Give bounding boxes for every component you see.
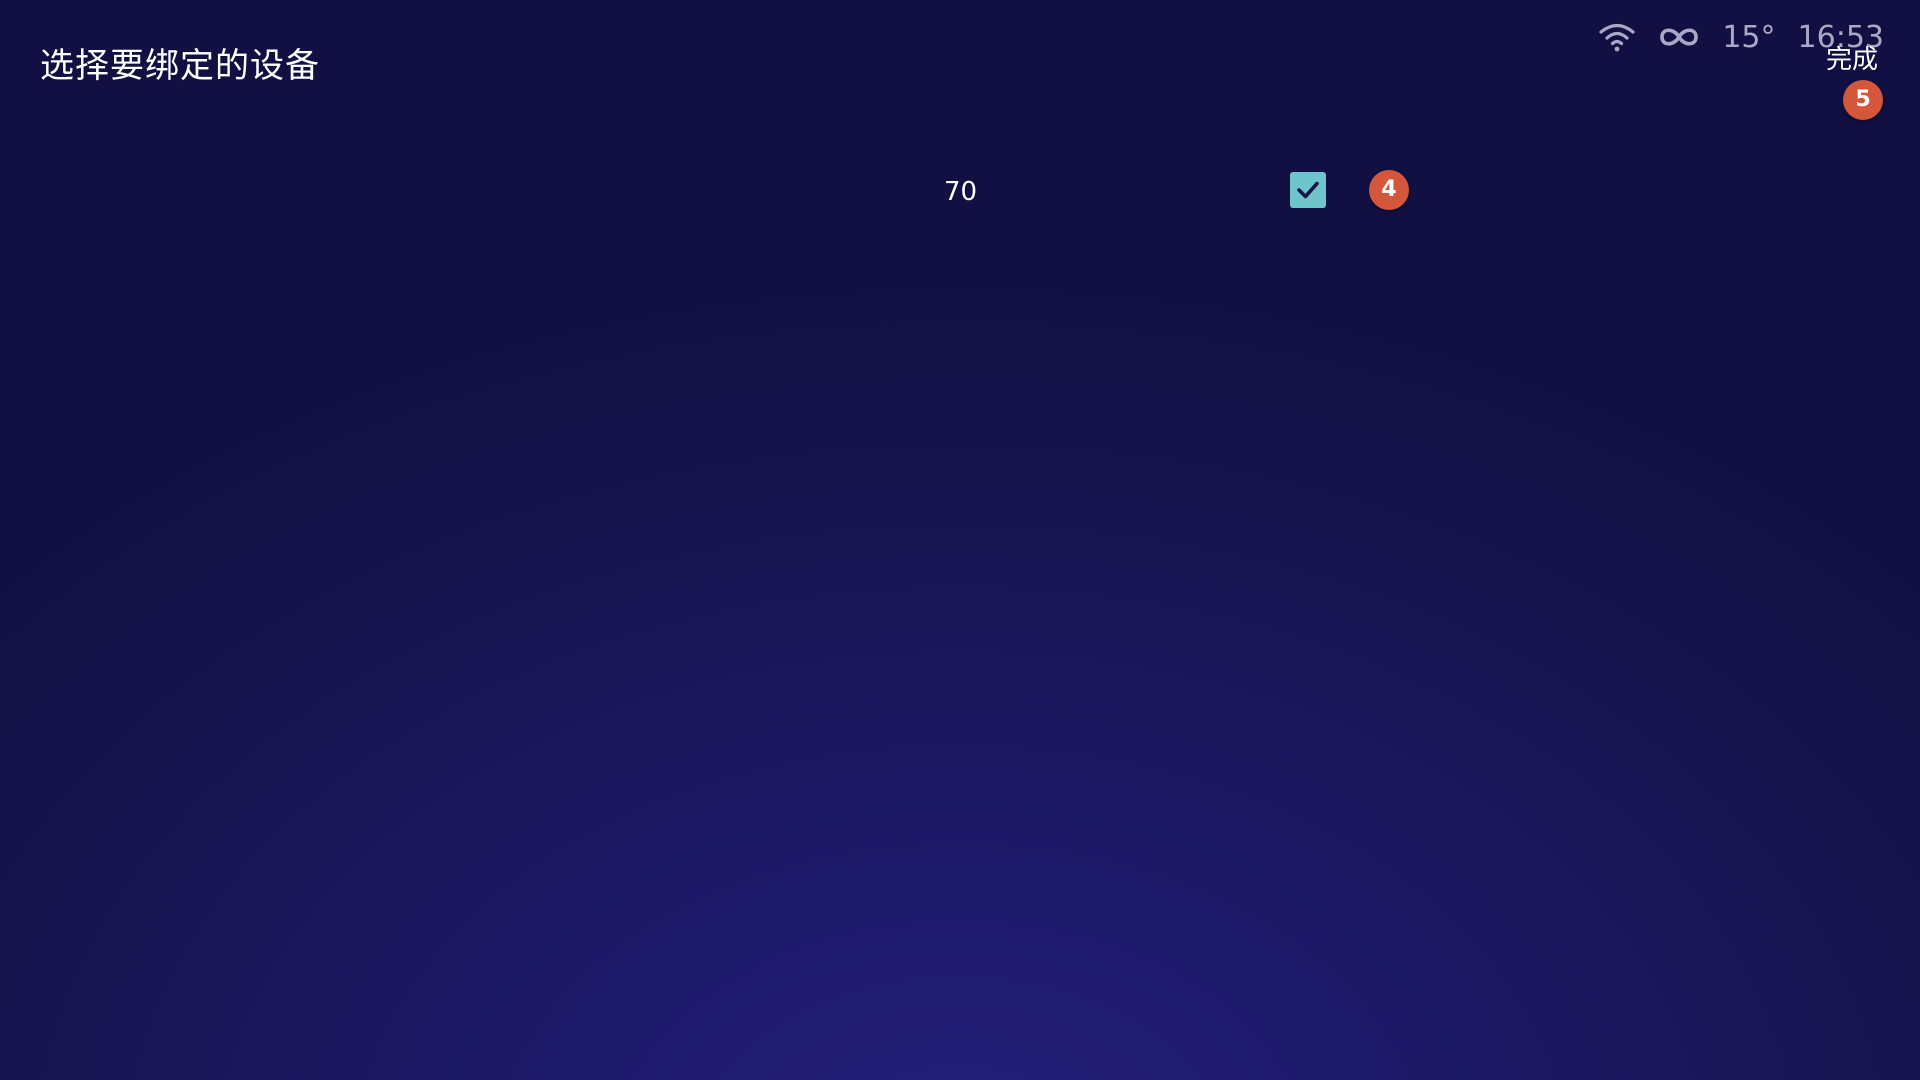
infinity-icon bbox=[1658, 24, 1700, 50]
device-name: 70 bbox=[944, 177, 978, 207]
wifi-icon bbox=[1598, 22, 1636, 52]
check-icon bbox=[1297, 181, 1319, 199]
device-list-item[interactable]: 70 bbox=[900, 168, 1340, 216]
device-hint-badge: 4 bbox=[1369, 170, 1409, 210]
temperature-text: 15° bbox=[1722, 19, 1776, 55]
device-checkbox[interactable] bbox=[1290, 172, 1326, 208]
done-button[interactable]: 完成 bbox=[1826, 42, 1878, 78]
page-title: 选择要绑定的设备 bbox=[40, 46, 320, 86]
done-hint-badge: 5 bbox=[1843, 80, 1883, 120]
